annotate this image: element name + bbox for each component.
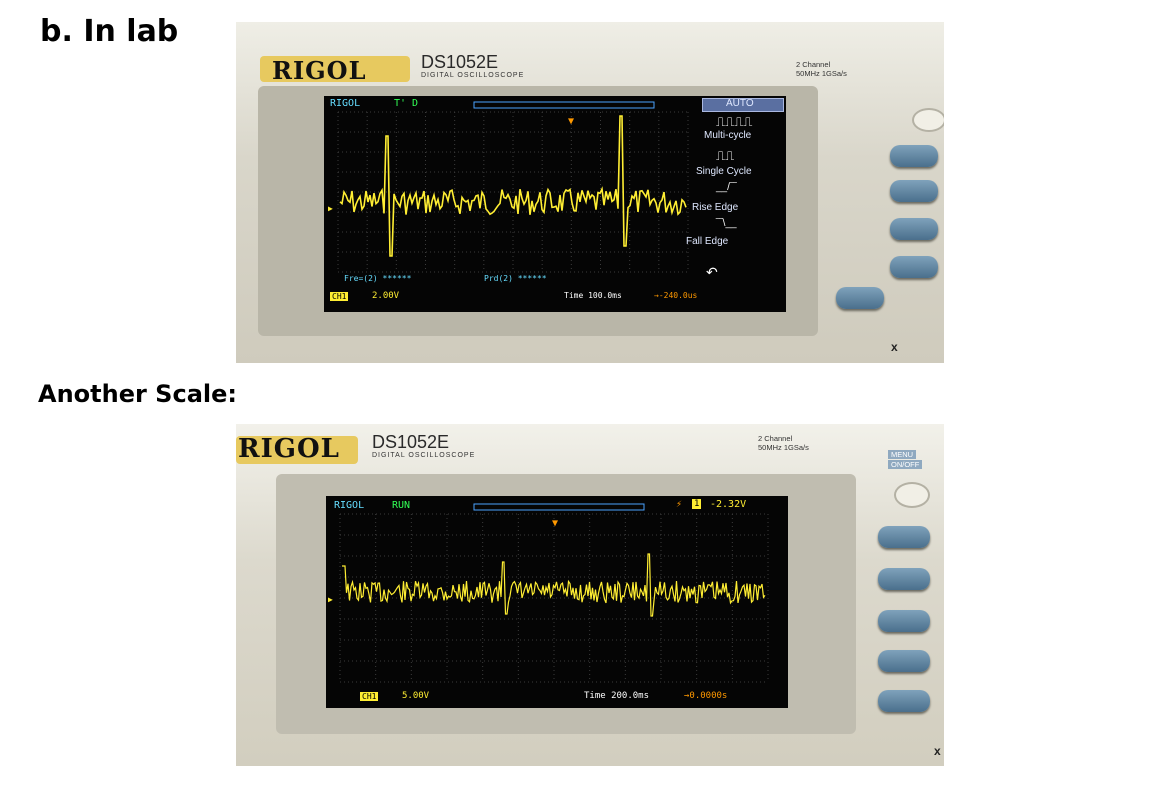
single-cycle-icon: ⎍⎍: [716, 148, 735, 163]
brand-logo: RIGOL: [238, 434, 340, 464]
menu-item-fall-edge[interactable]: Fall Edge: [686, 236, 728, 247]
menu-softkey-2[interactable]: [878, 568, 930, 590]
menu-onoff-button[interactable]: [912, 108, 944, 132]
menu-item-rise-edge[interactable]: Rise Edge: [692, 202, 738, 213]
run-status: RUN: [392, 500, 411, 511]
ch1-marker-icon: ▶: [328, 204, 333, 213]
trigger-marker-icon: ▼: [552, 518, 558, 529]
model-name: DS1052E: [421, 52, 499, 72]
time-base: Time 200.0ms: [584, 691, 650, 701]
fall-edge-icon: ‾‾\__: [716, 218, 737, 229]
memory-bar: [473, 101, 655, 109]
ch1-badge: CH1: [360, 692, 379, 701]
spec-sample-rate: 50MHz 1GSa/s: [796, 69, 847, 78]
screen-logo: RIGOL: [330, 98, 361, 109]
spec-channels: 2 Channel: [758, 434, 793, 443]
frequency-readout: Fre=(2) ******: [344, 274, 412, 283]
menu-softkey-4[interactable]: [878, 650, 930, 672]
section-heading-in-lab: b. In lab: [40, 14, 179, 49]
menu-softkey-1[interactable]: [890, 145, 938, 167]
time-base: Time 100.0ms: [564, 291, 622, 300]
brand-logo: RIGOL: [272, 56, 367, 85]
graticule-2: ▼ ▶: [328, 503, 769, 683]
menu-softkey-5[interactable]: [878, 690, 930, 712]
scope-screen-1: ▼ ▶ RIGOL T' D AUTO ⎍⎍⎍⎍ Multi-cycle ⎍⎍ …: [324, 96, 786, 312]
screen-logo: RIGOL: [334, 500, 365, 511]
oscilloscope-photo-1: RIGOL DS1052E DIGITAL OSCILLOSCOPE 2 Cha…: [236, 22, 944, 363]
section-heading-another-scale: Another Scale:: [38, 380, 237, 408]
menu-softkey-4[interactable]: [890, 256, 938, 278]
model-subtitle: DIGITAL OSCILLOSCOPE: [372, 452, 476, 459]
menu-softkey-1[interactable]: [878, 526, 930, 548]
menu-softkey-2[interactable]: [890, 180, 938, 202]
model-subtitle: DIGITAL OSCILLOSCOPE: [421, 72, 525, 79]
spec-channels: 2 Channel: [796, 60, 831, 69]
rise-edge-icon: __/‾‾: [716, 182, 737, 193]
menu-item-single-cycle[interactable]: Single Cycle: [696, 166, 752, 177]
onoff-key-label: ON/OFF: [888, 460, 923, 469]
multi-cycle-icon: ⎍⎍⎍⎍: [716, 114, 753, 129]
menu-softkey-3[interactable]: [878, 610, 930, 632]
menu-softkey-3[interactable]: [890, 218, 938, 240]
ch1-badge: CH1: [330, 292, 349, 301]
menu-softkey-5[interactable]: [836, 287, 884, 309]
trigger-marker-icon: ▼: [568, 116, 574, 127]
trigger-offset: →-240.0us: [654, 291, 698, 300]
trigger-level: -2.32V: [710, 499, 747, 510]
trigger-channel-badge: 1: [692, 499, 702, 509]
trigger-edge-icon: ⚡: [676, 499, 683, 510]
model-name: DS1052E: [372, 432, 450, 452]
menu-onoff-button[interactable]: [894, 482, 930, 508]
run-status: T' D: [394, 98, 419, 109]
scope-screen-2: ▼ ▶ RIGOL RUN ⚡ 1 -2.32V CH1 5.00V Time …: [326, 496, 788, 708]
volts-per-div: 5.00V: [402, 691, 430, 701]
edge-mark: x: [891, 340, 898, 354]
edge-mark: x: [934, 744, 941, 758]
volts-per-div: 2.00V: [372, 291, 400, 301]
oscilloscope-photo-2: RIGOL DS1052E DIGITAL OSCILLOSCOPE 2 Cha…: [236, 424, 944, 766]
period-readout: Prd(2) ******: [484, 274, 547, 283]
menu-key-label: MENU: [888, 450, 917, 459]
menu-item-multi-cycle[interactable]: Multi-cycle: [704, 130, 751, 141]
trigger-offset: →0.0000s: [684, 691, 728, 701]
back-icon[interactable]: ↶: [706, 264, 718, 281]
spec-sample-rate: 50MHz 1GSa/s: [758, 443, 809, 452]
memory-bar: [473, 503, 645, 511]
ch1-marker-icon: ▶: [328, 595, 333, 604]
menu-item-auto[interactable]: AUTO: [726, 98, 754, 109]
